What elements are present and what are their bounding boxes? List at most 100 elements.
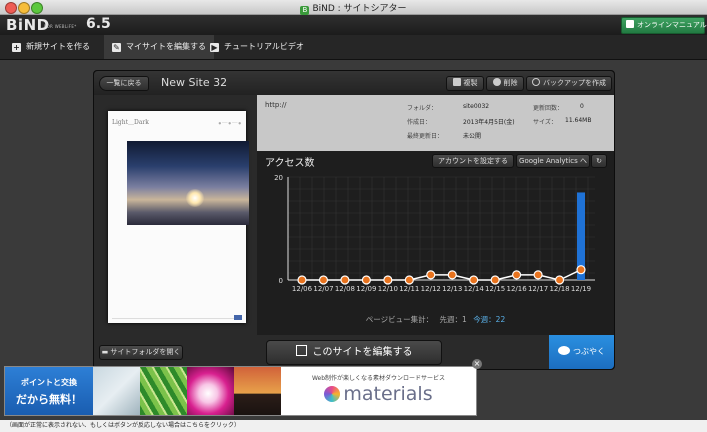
app-icon: B [300, 6, 310, 15]
x-tick-label: 12/15 [485, 285, 505, 293]
site-info: http:// フォルダ： site0032 作成日： 2013年4月5日(金)… [257, 95, 614, 151]
x-tick-label: 12/07 [313, 285, 333, 293]
tab-tutorial-video-label: チュートリアルビデオ [224, 42, 304, 51]
tweet-button[interactable]: つぶやく [549, 335, 614, 369]
last-updated-value: 未公開 [463, 133, 482, 140]
display-help-link[interactable]: （画面が正常に表示されない、もしくはボタンが反応しない場合はこちらをクリック） [0, 420, 707, 432]
last-week-count: 先週：1 [439, 315, 467, 324]
site-url: http:// [265, 101, 287, 109]
play-icon: ▶ [210, 43, 219, 52]
chart-axes [287, 177, 595, 281]
thumbnail-footer-badge [234, 315, 242, 320]
ad-brand-name: materials [343, 383, 433, 405]
x-tick-label: 12/09 [356, 285, 376, 293]
x-tick-label: 12/14 [464, 285, 485, 293]
summary-label: ページビュー集計： [365, 315, 434, 324]
point-12-10 [383, 275, 393, 285]
backup-button[interactable]: バックアップを作成 [526, 76, 612, 91]
site-title: New Site 32 [161, 76, 228, 89]
history-icon [532, 78, 540, 86]
delete-button[interactable]: 削除 [486, 76, 524, 91]
this-week-count: 今週：22 [473, 315, 506, 324]
site-thumbnail-area: Light＿Dark ● ─── ● ─── ● [94, 95, 257, 335]
point-12-07 [318, 275, 329, 285]
folder-label: フォルダ： [407, 105, 438, 112]
refresh-icon[interactable]: ↻ [591, 154, 607, 168]
ad-promo-line1: ポイントと交換 [21, 378, 77, 387]
ad-brand-block: Web制作が楽しくなる素材ダウンロードサービス materials [281, 367, 476, 415]
edit-site-label: このサイトを編集する [312, 347, 413, 358]
point-12-09 [361, 275, 371, 285]
site-detail-panel: 一覧に戻る New Site 32 複製 削除 バックアップを作成 Light＿… [93, 70, 615, 370]
point-12-11 [404, 275, 414, 285]
thumbnail-photo [127, 141, 249, 225]
duplicate-label: 複製 [463, 79, 478, 87]
update-count-label: 更新回数： [533, 105, 564, 112]
materials-logo-icon [324, 386, 341, 402]
tab-new-site-label: 新規サイトを作る [26, 42, 90, 51]
x-tick-label: 12/10 [378, 285, 398, 293]
point-12-17 [533, 270, 543, 280]
book-icon [626, 20, 634, 28]
edit-site-button[interactable]: このサイトを編集する [266, 340, 442, 365]
access-stats: アクセス数 アカウントを設定する Google Analytics へ ↻ 12… [257, 151, 614, 335]
open-site-folder-button[interactable]: ▬ サイトフォルダを開く [99, 345, 183, 360]
point-12-19 [576, 265, 586, 275]
online-manual-button[interactable]: オンラインマニュアル [621, 17, 707, 34]
back-to-list-button[interactable]: 一覧に戻る [99, 76, 149, 91]
y-tick-label: 20 [274, 174, 283, 182]
size-value: 11.64MB [565, 117, 592, 124]
tab-my-sites-label: マイサイトを編集する [126, 42, 206, 51]
app-version: 6.5 [86, 16, 111, 32]
ad-promo-block: ポイントと交換 だから無料！ [5, 367, 93, 415]
tab-new-site[interactable]: + 新規サイトを作る [12, 35, 90, 59]
chart-x-ticks: 12/06 12/07 12/08 12/09 12/10 12/11 12/12 12/13… [292, 285, 591, 293]
delete-label: 削除 [503, 79, 518, 87]
duplicate-button[interactable]: 複製 [446, 76, 484, 91]
account-settings-button[interactable]: アカウントを設定する [432, 154, 514, 168]
chart-y-ticks: 20 0 [274, 174, 283, 285]
window-titlebar: B BiND : サイトシアター [0, 0, 707, 15]
point-12-12 [426, 270, 436, 280]
x-tick-label: 12/16 [507, 285, 528, 293]
window-title: BiND : サイトシアター [312, 4, 407, 14]
speech-bubble-icon [558, 346, 570, 355]
point-12-15 [490, 275, 500, 285]
point-12-14 [469, 275, 479, 285]
ad-photo-grass [140, 367, 187, 415]
last-updated-label: 最終更新日： [407, 133, 444, 140]
point-12-06 [297, 275, 307, 285]
tab-tutorial-video[interactable]: ▶ チュートリアルビデオ [210, 35, 304, 59]
x-tick-label: 12/17 [528, 285, 548, 293]
tab-my-sites[interactable]: ✎ マイサイトを編集する [104, 35, 214, 59]
minus-circle-icon [492, 78, 501, 86]
ad-close-icon[interactable]: × [472, 359, 482, 369]
update-count-value: 0 [580, 103, 584, 110]
x-tick-label: 12/11 [399, 285, 419, 293]
site-thumbnail[interactable]: Light＿Dark ● ─── ● ─── ● [108, 111, 249, 323]
point-12-08 [340, 275, 350, 285]
panel-toolbar: 一覧に戻る New Site 32 複製 削除 バックアップを作成 [94, 71, 614, 95]
online-manual-label: オンラインマニュアル [637, 21, 707, 29]
app-header: BiND FOR WEBLiFE* 6.5 オンラインマニュアル [0, 15, 707, 35]
access-title: アクセス数 [265, 158, 315, 169]
panel-bottom-bar: ▬ サイトフォルダを開く このサイトを編集する つぶやく [94, 335, 614, 369]
materials-ad-banner[interactable]: ポイントと交換 だから無料！ Web制作が楽しくなる素材ダウンロードサービス m… [4, 366, 477, 416]
pageview-summary: ページビュー集計： 先週：1 今週：22 [257, 314, 614, 325]
x-tick-label: 12/08 [335, 285, 355, 293]
ad-promo-line2: だから無料！ [16, 393, 82, 406]
thumbnail-sun [186, 189, 204, 207]
copy-icon [452, 78, 461, 86]
google-analytics-button[interactable]: Google Analytics へ [516, 154, 590, 168]
app-logo-subtitle: FOR WEBLiFE* [44, 24, 77, 29]
thumbnail-brand: Light＿Dark [112, 119, 149, 126]
x-tick-label: 12/06 [292, 285, 313, 293]
open-site-folder-label: サイトフォルダを開く [110, 348, 181, 356]
point-12-18 [554, 275, 565, 285]
pencil-icon: ✎ [112, 43, 121, 52]
window-title-wrap: B BiND : サイトシアター [0, 1, 707, 15]
backup-label: バックアップを作成 [543, 79, 606, 87]
x-tick-label: 12/13 [442, 285, 462, 293]
thumbnail-footer-line [112, 318, 242, 319]
chart-grid [287, 176, 595, 280]
